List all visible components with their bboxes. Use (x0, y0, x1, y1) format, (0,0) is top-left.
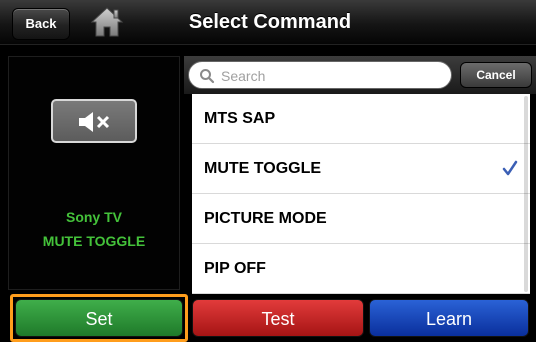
command-label: PIP OFF (204, 260, 266, 277)
learn-button[interactable]: Learn (369, 299, 529, 337)
search-field[interactable] (188, 61, 452, 89)
action-bar: Set Test Learn (0, 294, 536, 342)
test-button[interactable]: Test (192, 299, 364, 337)
command-label: MUTE TOGGLE (204, 160, 322, 177)
navigation-bar: Back Select Command (0, 0, 536, 45)
command-label: MTS SAP (204, 110, 276, 127)
search-input[interactable] (219, 65, 443, 87)
command-label: PICTURE MODE (204, 210, 327, 227)
search-bar: Cancel (184, 56, 536, 94)
mute-speaker-icon (79, 112, 110, 132)
list-item[interactable]: PIP OFF (192, 244, 530, 294)
list-item[interactable]: MTS SAP (192, 94, 530, 144)
device-panel: Sony TV MUTE TOGGLE (8, 56, 180, 290)
list-scrollbar[interactable] (524, 96, 528, 292)
cancel-button[interactable]: Cancel (460, 62, 532, 88)
command-list[interactable]: MTS SAP MUTE TOGGLE PICTURE MODE PIP OFF (192, 94, 530, 294)
device-name: Sony TV (65, 209, 122, 225)
checkmark-icon (502, 160, 518, 176)
back-button[interactable]: Back (12, 8, 70, 40)
page-title: Select Command (188, 11, 352, 33)
selected-command-name: MUTE TOGGLE (42, 233, 146, 249)
list-item[interactable]: PICTURE MODE (192, 194, 530, 244)
search-icon (200, 69, 215, 84)
set-button[interactable]: Set (15, 299, 183, 337)
mute-command-button[interactable] (51, 99, 137, 143)
home-icon[interactable] (90, 6, 124, 38)
list-item[interactable]: MUTE TOGGLE (192, 144, 530, 194)
